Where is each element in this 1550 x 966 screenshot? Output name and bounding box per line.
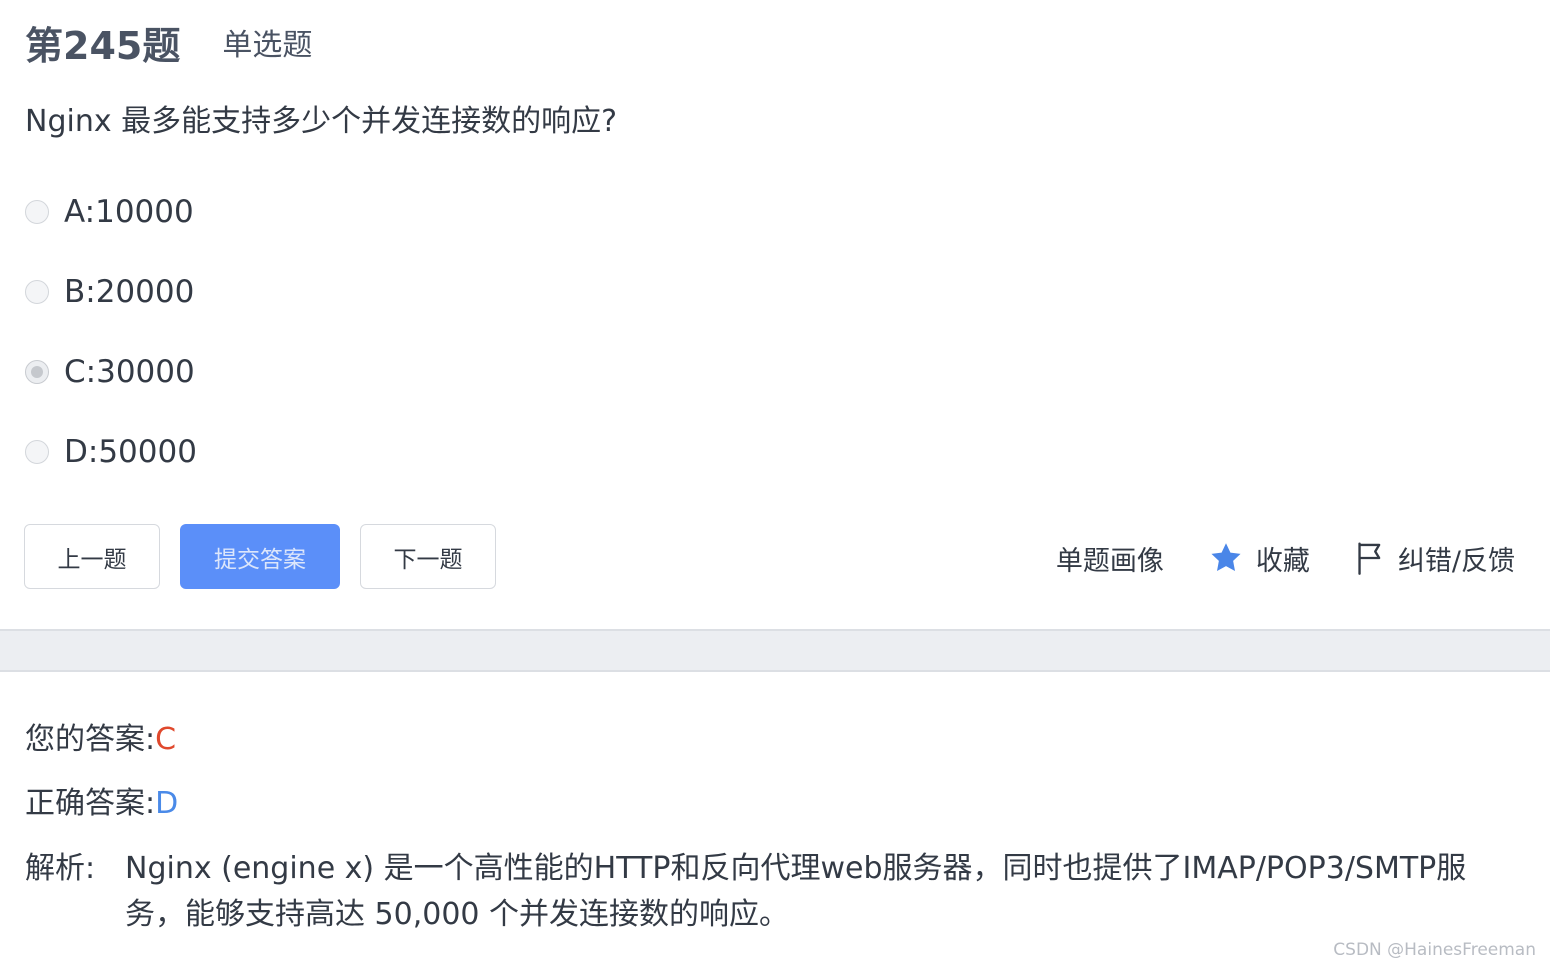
question-actions: 单题画像 收藏 纠错/反馈: [1056, 534, 1515, 582]
your-answer-row: 您的答案:C: [25, 714, 176, 758]
button-row: 上一题 提交答案 下一题: [24, 524, 496, 589]
radio-button[interactable]: [25, 440, 49, 464]
option-b[interactable]: B:20000: [25, 252, 197, 332]
correct-answer-row: 正确答案:D: [25, 778, 178, 822]
analysis-text: Nginx (engine x) 是一个高性能的HTTP和反向代理web服务器，…: [125, 851, 1467, 932]
option-a[interactable]: A:10000: [25, 172, 197, 252]
favorite-label: 收藏: [1255, 545, 1310, 577]
radio-button[interactable]: [25, 200, 49, 224]
prev-question-button[interactable]: 上一题: [24, 524, 160, 589]
feedback-action[interactable]: 纠错/反馈: [1354, 539, 1515, 578]
radio-button-selected[interactable]: [25, 360, 49, 384]
option-label: B:20000: [64, 274, 195, 310]
question-number: 第245题: [25, 23, 181, 68]
analysis-row: 解析: Nginx (engine x) 是一个高性能的HTTP和反向代理web…: [25, 846, 1525, 938]
analysis-label: 解析:: [25, 851, 96, 886]
question-header: 第245题 单选题: [25, 14, 312, 70]
option-label: C:30000: [64, 354, 195, 390]
portrait-action[interactable]: 单题画像: [1056, 539, 1164, 578]
options-list: A:10000 B:20000 C:30000 D:50000: [25, 172, 197, 492]
correct-answer-label: 正确答案:: [25, 786, 156, 821]
option-label: D:50000: [64, 434, 197, 470]
submit-answer-button[interactable]: 提交答案: [180, 524, 340, 589]
question-text: Nginx 最多能支持多少个并发连接数的响应?: [25, 104, 618, 139]
favorite-action[interactable]: 收藏: [1208, 539, 1310, 578]
option-d[interactable]: D:50000: [25, 412, 197, 492]
correct-answer-value: D: [155, 786, 179, 821]
radio-button[interactable]: [25, 280, 49, 304]
section-divider: [0, 629, 1550, 672]
radio-dot: [31, 366, 43, 378]
portrait-label: 单题画像: [1055, 545, 1164, 577]
your-answer-value: C: [155, 722, 177, 757]
next-question-button[interactable]: 下一题: [360, 524, 496, 589]
star-icon: [1211, 543, 1241, 571]
watermark: CSDN @HainesFreeman: [1333, 940, 1536, 960]
your-answer-label: 您的答案:: [25, 722, 156, 757]
option-c[interactable]: C:30000: [25, 332, 197, 412]
flag-icon: [1358, 542, 1381, 575]
feedback-label: 纠错/反馈: [1397, 545, 1515, 577]
option-label: A:10000: [64, 194, 194, 230]
question-type: 单选题: [222, 28, 313, 63]
